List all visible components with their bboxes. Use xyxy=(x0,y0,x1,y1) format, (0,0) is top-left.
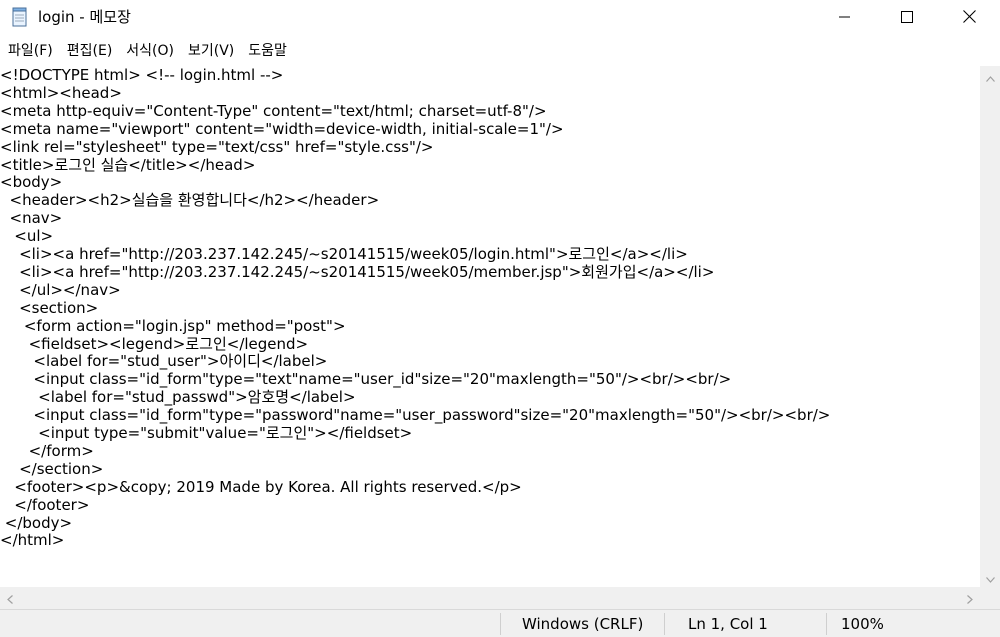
scroll-right-button[interactable] xyxy=(960,587,980,609)
maximize-icon xyxy=(901,8,913,27)
editor-line: <meta name="viewport" content="width=dev… xyxy=(0,119,564,138)
editor-line: <fieldset><legend>로그인</legend> xyxy=(0,334,309,353)
menu-format[interactable]: 서식(O) xyxy=(119,39,181,63)
editor-line: <title>로그인 실습</title></head> xyxy=(0,155,256,174)
close-icon xyxy=(962,8,976,27)
status-cursor-position: Ln 1, Col 1 xyxy=(688,615,768,633)
status-zoom: 100% xyxy=(841,615,884,633)
minimize-button[interactable] xyxy=(814,0,876,34)
menu-file[interactable]: 파일(F) xyxy=(1,39,60,63)
minimize-icon xyxy=(839,8,851,27)
scroll-up-button[interactable] xyxy=(980,66,1000,86)
status-separator xyxy=(664,613,665,635)
window-title: login - 메모장 xyxy=(38,8,131,26)
editor-line: <html><head> xyxy=(0,83,122,102)
editor-line: <meta http-equiv="Content-Type" content=… xyxy=(0,101,547,120)
editor-line: <li><a href="http://203.237.142.245/~s20… xyxy=(0,262,715,281)
editor-line: </form> xyxy=(0,441,94,460)
editor-line: <nav> xyxy=(0,209,63,228)
editor-line: <label for="stud_user">아이디</label> xyxy=(0,352,328,371)
scrollbar-corner xyxy=(980,587,1000,609)
close-button[interactable] xyxy=(938,0,1000,34)
editor-line: <footer><p>&copy; 2019 Made by Korea. Al… xyxy=(0,477,522,496)
scroll-down-button[interactable] xyxy=(980,567,1000,587)
editor-line: <!DOCTYPE html> <!-- login.html --> xyxy=(0,66,284,84)
status-encoding: Windows (CRLF) xyxy=(522,615,644,633)
editor-line: <form action="login.jsp" method="post"> xyxy=(0,316,346,335)
editor-line: <li><a href="http://203.237.142.245/~s20… xyxy=(0,245,688,263)
title-bar: login - 메모장 xyxy=(0,0,1000,34)
scroll-left-button[interactable] xyxy=(0,587,20,609)
menu-view[interactable]: 보기(V) xyxy=(181,39,241,63)
menu-bar: 파일(F) 편집(E) 서식(O) 보기(V) 도움말 xyxy=(0,38,1000,64)
chevron-right-icon xyxy=(967,589,973,608)
notepad-icon xyxy=(11,7,29,27)
chevron-up-icon xyxy=(985,67,995,86)
editor-line: <section> xyxy=(0,298,99,317)
editor-line: </body> xyxy=(0,513,73,532)
editor-line: <input class="id_form"type="password"nam… xyxy=(0,406,831,425)
menu-help[interactable]: 도움말 xyxy=(241,39,294,63)
status-separator xyxy=(826,613,827,635)
editor-line: </footer> xyxy=(0,495,90,514)
editor-line: </html> xyxy=(0,531,65,550)
editor-line: <input class="id_form"type="text"name="u… xyxy=(0,370,732,389)
menu-edit[interactable]: 편집(E) xyxy=(60,39,120,63)
editor-line: </section> xyxy=(0,459,104,478)
status-separator xyxy=(500,613,501,635)
editor-line: <body> xyxy=(0,173,63,192)
editor-line: <label for="stud_passwd">암호명</label> xyxy=(0,388,356,407)
editor-line: <ul> xyxy=(0,227,54,246)
vertical-scrollbar[interactable] xyxy=(980,66,1000,587)
chevron-left-icon xyxy=(7,589,13,608)
editor-line: <header><h2>실습을 환영합니다</h2></header> xyxy=(0,191,380,210)
maximize-button[interactable] xyxy=(876,0,938,34)
text-editor[interactable]: <!DOCTYPE html> <!-- login.html --> <html… xyxy=(0,66,980,587)
editor-line: </ul></nav> xyxy=(0,280,121,299)
horizontal-scrollbar[interactable] xyxy=(0,587,980,609)
editor-line: <input type="submit"value="로그인"></fields… xyxy=(0,424,413,442)
chevron-down-icon xyxy=(985,568,995,587)
editor-line: <link rel="stylesheet" type="text/css" h… xyxy=(0,137,434,156)
status-bar: Windows (CRLF) Ln 1, Col 1 100% xyxy=(0,609,1000,637)
